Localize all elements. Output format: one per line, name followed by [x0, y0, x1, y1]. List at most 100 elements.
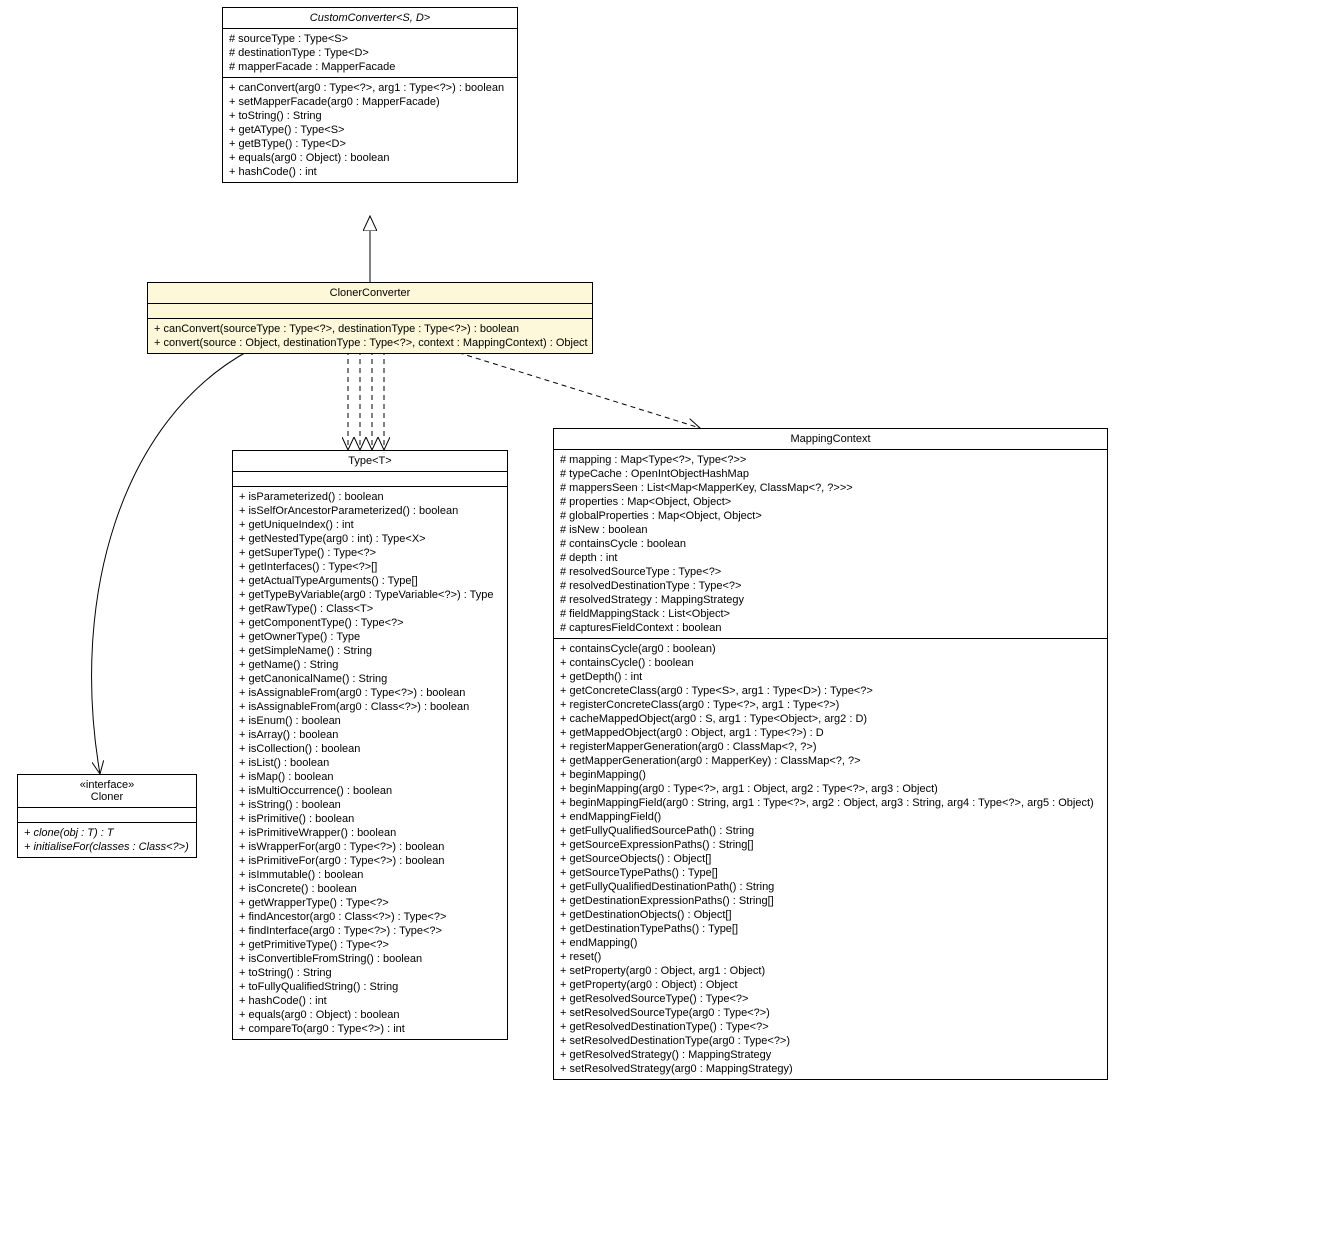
member-row: # destinationType : Type<D>: [229, 46, 511, 60]
member-row: + isCollection() : boolean: [239, 742, 501, 756]
member-row: # resolvedDestinationType : Type<?>: [560, 579, 1101, 593]
member-row: # sourceType : Type<S>: [229, 32, 511, 46]
class-name: Type<T>: [239, 455, 501, 467]
member-row: + getDestinationTypePaths() : Type[]: [560, 922, 1101, 936]
attributes-section: [18, 808, 196, 823]
member-row: # resolvedStrategy : MappingStrategy: [560, 593, 1101, 607]
member-row: # mapperFacade : MapperFacade: [229, 60, 511, 74]
member-row: + isAssignableFrom(arg0 : Class<?>) : bo…: [239, 700, 501, 714]
member-row: + getComponentType() : Type<?>: [239, 616, 501, 630]
member-row: + getAType() : Type<S>: [229, 123, 511, 137]
member-row: + setResolvedSourceType(arg0 : Type<?>): [560, 1006, 1101, 1020]
member-row: + getProperty(arg0 : Object) : Object: [560, 978, 1101, 992]
class-type: Type<T> + isParameterized() : boolean+ i…: [232, 450, 508, 1040]
member-row: + isString() : boolean: [239, 798, 501, 812]
member-row: + toString() : String: [229, 109, 511, 123]
member-row: + reset(): [560, 950, 1101, 964]
member-row: # properties : Map<Object, Object>: [560, 495, 1101, 509]
member-row: + getConcreteClass(arg0 : Type<S>, arg1 …: [560, 684, 1101, 698]
class-name: MappingContext: [560, 433, 1101, 445]
member-row: + getDepth() : int: [560, 670, 1101, 684]
operations-section: + containsCycle(arg0 : boolean)+ contain…: [554, 639, 1107, 1079]
member-row: + getSourceTypePaths() : Type[]: [560, 866, 1101, 880]
member-row: # isNew : boolean: [560, 523, 1101, 537]
member-row: + getResolvedStrategy() : MappingStrateg…: [560, 1048, 1101, 1062]
member-row: + isMap() : boolean: [239, 770, 501, 784]
member-row: # globalProperties : Map<Object, Object>: [560, 509, 1101, 523]
member-row: # mappersSeen : List<Map<MapperKey, Clas…: [560, 481, 1101, 495]
member-row: + containsCycle() : boolean: [560, 656, 1101, 670]
member-row: + getActualTypeArguments() : Type[]: [239, 574, 501, 588]
member-row: + getDestinationObjects() : Object[]: [560, 908, 1101, 922]
class-title: CustomConverter<S, D>: [223, 8, 517, 29]
attributes-section: [233, 472, 507, 487]
member-row: + getMappedObject(arg0 : Object, arg1 : …: [560, 726, 1101, 740]
operations-section: + clone(obj : T) : T+ initialiseFor(clas…: [18, 823, 196, 857]
member-row: # containsCycle : boolean: [560, 537, 1101, 551]
class-title: Type<T>: [233, 451, 507, 472]
member-row: + hashCode() : int: [239, 994, 501, 1008]
member-row: # depth : int: [560, 551, 1101, 565]
member-row: + toString() : String: [239, 966, 501, 980]
class-title: «interface» Cloner: [18, 775, 196, 808]
attributes-section: [148, 304, 592, 319]
member-row: + getBType() : Type<D>: [229, 137, 511, 151]
member-row: + isPrimitiveFor(arg0 : Type<?>) : boole…: [239, 854, 501, 868]
member-row: + getSourceExpressionPaths() : String[]: [560, 838, 1101, 852]
member-row: + getInterfaces() : Type<?>[]: [239, 560, 501, 574]
member-row: + clone(obj : T) : T: [24, 826, 190, 840]
member-row: + beginMapping(arg0 : Type<?>, arg1 : Ob…: [560, 782, 1101, 796]
member-row: # fieldMappingStack : List<Object>: [560, 607, 1101, 621]
member-row: + setProperty(arg0 : Object, arg1 : Obje…: [560, 964, 1101, 978]
member-row: + endMappingField(): [560, 810, 1101, 824]
member-row: + getOwnerType() : Type: [239, 630, 501, 644]
class-mapping-context: MappingContext # mapping : Map<Type<?>, …: [553, 428, 1108, 1080]
member-row: + equals(arg0 : Object) : boolean: [239, 1008, 501, 1022]
class-title: MappingContext: [554, 429, 1107, 450]
member-row: + isPrimitiveWrapper() : boolean: [239, 826, 501, 840]
member-row: + isParameterized() : boolean: [239, 490, 501, 504]
operations-section: + isParameterized() : boolean+ isSelfOrA…: [233, 487, 507, 1039]
member-row: + isWrapperFor(arg0 : Type<?>) : boolean: [239, 840, 501, 854]
member-row: + isConcrete() : boolean: [239, 882, 501, 896]
member-row: + getWrapperType() : Type<?>: [239, 896, 501, 910]
class-cloner-converter: ClonerConverter + canConvert(sourceType …: [147, 282, 593, 354]
member-row: # typeCache : OpenIntObjectHashMap: [560, 467, 1101, 481]
member-row: + registerConcreteClass(arg0 : Type<?>, …: [560, 698, 1101, 712]
interface-cloner: «interface» Cloner + clone(obj : T) : T+…: [17, 774, 197, 858]
member-row: + beginMapping(): [560, 768, 1101, 782]
member-row: # mapping : Map<Type<?>, Type<?>>: [560, 453, 1101, 467]
class-custom-converter: CustomConverter<S, D> # sourceType : Typ…: [222, 7, 518, 183]
member-row: + canConvert(sourceType : Type<?>, desti…: [154, 322, 586, 336]
member-row: + isPrimitive() : boolean: [239, 812, 501, 826]
class-name: Cloner: [24, 791, 190, 803]
member-row: + setResolvedStrategy(arg0 : MappingStra…: [560, 1062, 1101, 1076]
member-row: + getSimpleName() : String: [239, 644, 501, 658]
member-row: + getUniqueIndex() : int: [239, 518, 501, 532]
member-row: + hashCode() : int: [229, 165, 511, 179]
member-row: + getTypeByVariable(arg0 : TypeVariable<…: [239, 588, 501, 602]
attributes-section: # mapping : Map<Type<?>, Type<?>># typeC…: [554, 450, 1107, 639]
member-row: + getName() : String: [239, 658, 501, 672]
member-row: # resolvedSourceType : Type<?>: [560, 565, 1101, 579]
member-row: + containsCycle(arg0 : boolean): [560, 642, 1101, 656]
member-row: + getMapperGeneration(arg0 : MapperKey) …: [560, 754, 1101, 768]
member-row: + getCanonicalName() : String: [239, 672, 501, 686]
member-row: + compareTo(arg0 : Type<?>) : int: [239, 1022, 501, 1036]
member-row: + getDestinationExpressionPaths() : Stri…: [560, 894, 1101, 908]
member-row: + getFullyQualifiedSourcePath() : String: [560, 824, 1101, 838]
member-row: + beginMappingField(arg0 : String, arg1 …: [560, 796, 1101, 810]
member-row: + isImmutable() : boolean: [239, 868, 501, 882]
member-row: + convert(source : Object, destinationTy…: [154, 336, 586, 350]
member-row: + registerMapperGeneration(arg0 : ClassM…: [560, 740, 1101, 754]
member-row: + cacheMappedObject(arg0 : S, arg1 : Typ…: [560, 712, 1101, 726]
member-row: + isEnum() : boolean: [239, 714, 501, 728]
member-row: + setResolvedDestinationType(arg0 : Type…: [560, 1034, 1101, 1048]
member-row: + getSourceObjects() : Object[]: [560, 852, 1101, 866]
member-row: + getNestedType(arg0 : int) : Type<X>: [239, 532, 501, 546]
member-row: + isAssignableFrom(arg0 : Type<?>) : boo…: [239, 686, 501, 700]
member-row: + getFullyQualifiedDestinationPath() : S…: [560, 880, 1101, 894]
member-row: # capturesFieldContext : boolean: [560, 621, 1101, 635]
member-row: + findAncestor(arg0 : Class<?>) : Type<?…: [239, 910, 501, 924]
class-name: ClonerConverter: [154, 287, 586, 299]
